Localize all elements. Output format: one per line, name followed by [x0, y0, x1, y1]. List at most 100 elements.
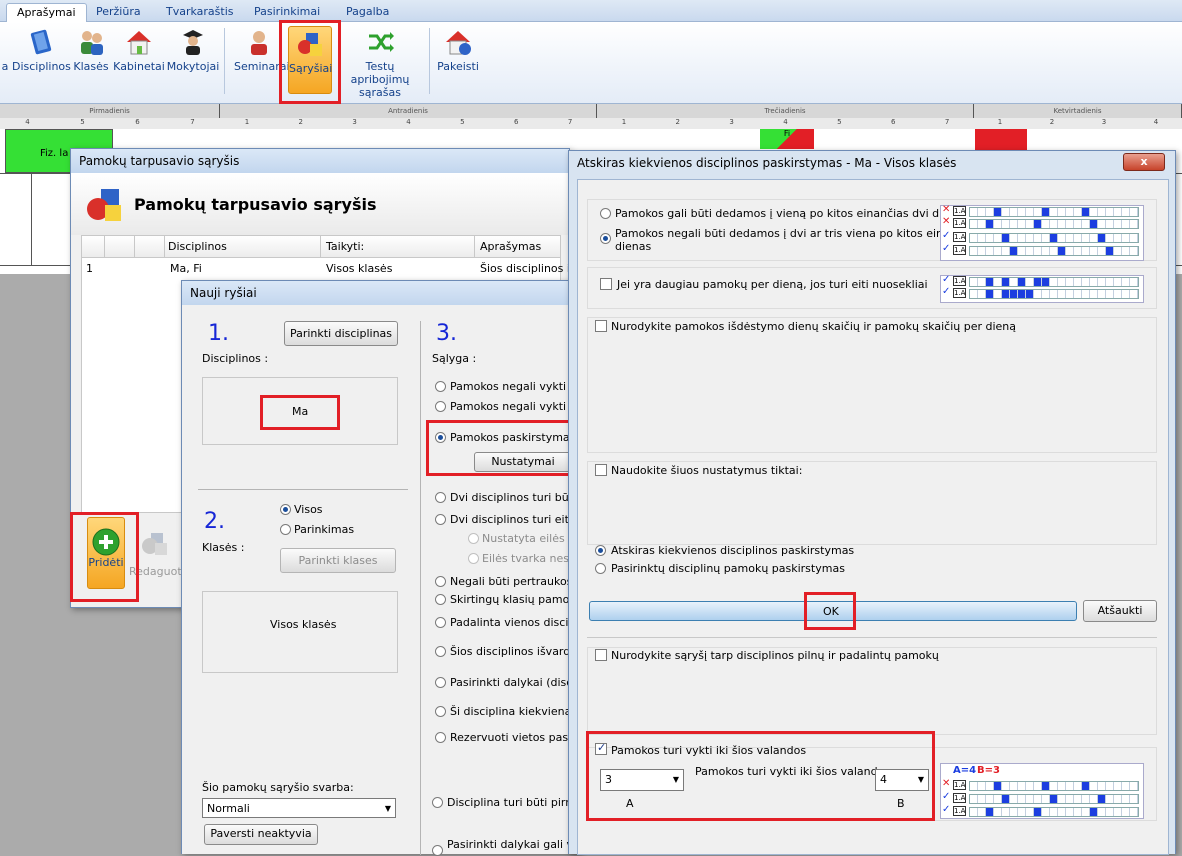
- preview-strip: [969, 233, 1139, 243]
- deactivate-button[interactable]: Paversti neaktyvia: [204, 824, 318, 845]
- table-cell[interactable]: Šios disciplinos i: [480, 262, 570, 275]
- day-header: Antradienis: [220, 104, 597, 118]
- period-numbers: 1234567: [220, 118, 597, 129]
- step-number: 1.: [208, 321, 229, 346]
- weight-select[interactable]: Normali: [202, 798, 396, 818]
- day-header: Pirmadienis: [0, 104, 220, 118]
- pakeisti-button[interactable]: Pakeisti: [436, 28, 480, 73]
- condition-radio[interactable]: [435, 514, 446, 525]
- highlight-until: [586, 731, 935, 821]
- pick-disciplines-button[interactable]: Parinkti disciplinas: [284, 321, 398, 346]
- preview-class-label: 1.A: [953, 288, 967, 298]
- testu-apribojimu-button[interactable]: Testų apribojimų sąrašas: [335, 28, 425, 99]
- condition-radio[interactable]: [435, 617, 446, 628]
- condition-radio[interactable]: [468, 533, 479, 544]
- menu-bar: Aprašymai Peržiūra Tvarkaraštis Pasirink…: [0, 0, 1182, 22]
- preview-mark: ✓: [942, 230, 951, 241]
- day-header: Ketvirtadienis: [974, 104, 1182, 118]
- condition-radio[interactable]: [435, 492, 446, 503]
- condition-radio[interactable]: [435, 646, 446, 657]
- preview-strip: [969, 277, 1139, 287]
- pick-classes-button[interactable]: Parinkti klases: [280, 548, 396, 573]
- preview-strip: [969, 807, 1139, 817]
- radio-forbid-consecutive[interactable]: [600, 233, 611, 244]
- chk-days-count[interactable]: [595, 320, 607, 332]
- disciplinos-button[interactable]: Disciplinos: [12, 28, 71, 73]
- condition-radio[interactable]: [435, 401, 446, 412]
- condition-radio[interactable]: [435, 732, 446, 743]
- close-button[interactable]: x: [1123, 153, 1165, 171]
- preview-strip: [969, 781, 1139, 791]
- preview-strip: [969, 794, 1139, 804]
- preview-mark: ✓: [942, 274, 951, 285]
- shapes-icon-disabled: [141, 531, 169, 560]
- preview-class-label: 1.A: [953, 232, 967, 242]
- column-header[interactable]: Disciplinos: [168, 240, 227, 253]
- preview-mark: ✓: [942, 243, 951, 254]
- chk-only[interactable]: [595, 464, 607, 476]
- condition-radio[interactable]: [435, 594, 446, 605]
- house-icon: [125, 28, 153, 56]
- window-title: Pamokų tarpusavio sąryšis: [71, 149, 569, 173]
- radio-all[interactable]: [280, 504, 291, 515]
- highlight-ma: [260, 395, 340, 430]
- radio-allow-consecutive[interactable]: [600, 208, 611, 219]
- shuffle-icon: [366, 28, 394, 56]
- preview-class-label: 1.A: [953, 218, 967, 228]
- table-cell[interactable]: 1: [86, 262, 93, 275]
- tab-perziura[interactable]: Peržiūra: [86, 3, 151, 22]
- highlight-add: [70, 512, 139, 602]
- new-relations-window: Nauji ryšiai 1. 2. 3. Parinkti disciplin…: [181, 280, 595, 856]
- tab-tvarkarastis[interactable]: Tvarkaraštis: [156, 3, 244, 22]
- cancel-button[interactable]: Atšaukti: [1083, 600, 1157, 622]
- window-header: Pamokų tarpusavio sąryšis: [134, 195, 377, 214]
- shapes-icon: [85, 187, 125, 226]
- teacher-icon: [179, 28, 207, 56]
- condition-radio[interactable]: [435, 381, 446, 392]
- column-header[interactable]: Aprašymas: [480, 240, 541, 253]
- condition-radio[interactable]: [435, 706, 446, 717]
- condition-radio[interactable]: [435, 576, 446, 587]
- preview-mark: ✓: [942, 804, 951, 815]
- klases-button[interactable]: Klasės: [72, 28, 110, 73]
- preview-strip: [969, 207, 1139, 217]
- book-icon: [27, 28, 55, 56]
- chk-relation[interactable]: [595, 649, 607, 661]
- chk-sequential[interactable]: [600, 278, 612, 290]
- radio-separate[interactable]: [595, 545, 606, 556]
- condition-radio[interactable]: [432, 845, 443, 856]
- preview-strip: [969, 219, 1139, 229]
- classes-value: Visos klasės: [270, 618, 337, 631]
- weight-label: Šio pamokų sąryšio svarba:: [202, 781, 354, 794]
- condition-radio[interactable]: [435, 677, 446, 688]
- preview-class-label: 1.A: [953, 780, 967, 790]
- condition-radio[interactable]: [468, 553, 479, 564]
- highlight-settings: [426, 420, 572, 476]
- tab-aprasymai[interactable]: Aprašymai: [6, 3, 87, 22]
- ribbon-separator: [224, 28, 225, 94]
- radio-pick[interactable]: [280, 524, 291, 535]
- table-cell[interactable]: Ma, Fi: [170, 262, 202, 275]
- speaker-icon: [245, 28, 273, 56]
- tab-pagalba[interactable]: Pagalba: [336, 3, 399, 22]
- preview-class-label: 1.A: [953, 276, 967, 286]
- radio-chosen[interactable]: [595, 563, 606, 574]
- column-header[interactable]: Taikyti:: [326, 240, 364, 253]
- ribbon-separator-2: [429, 28, 430, 94]
- preview-mark: ✕: [942, 216, 951, 227]
- mokytojai-button[interactable]: Mokytojai: [166, 28, 220, 73]
- ribbon-partial-button[interactable]: a: [0, 28, 10, 73]
- condition-label: Sąlyga :: [432, 352, 477, 365]
- period-numbers: 1234: [974, 118, 1182, 129]
- seminarai-button[interactable]: Seminarai: [234, 28, 290, 73]
- table-cell[interactable]: Visos klasės: [326, 262, 392, 275]
- highlight-ok: [804, 592, 856, 630]
- window-title: Atskiras kiekvienos disciplinos paskirst…: [577, 156, 957, 170]
- timetable-cell[interactable]: Fi: [760, 129, 814, 149]
- condition-radio[interactable]: [432, 797, 443, 808]
- preview-mark: ✕: [942, 778, 951, 789]
- preview-class-label: 1.A: [953, 793, 967, 803]
- kabinetai-button[interactable]: Kabinetai: [113, 28, 165, 73]
- people-icon: [77, 28, 105, 56]
- disciplines-label: Disciplinos :: [202, 352, 269, 365]
